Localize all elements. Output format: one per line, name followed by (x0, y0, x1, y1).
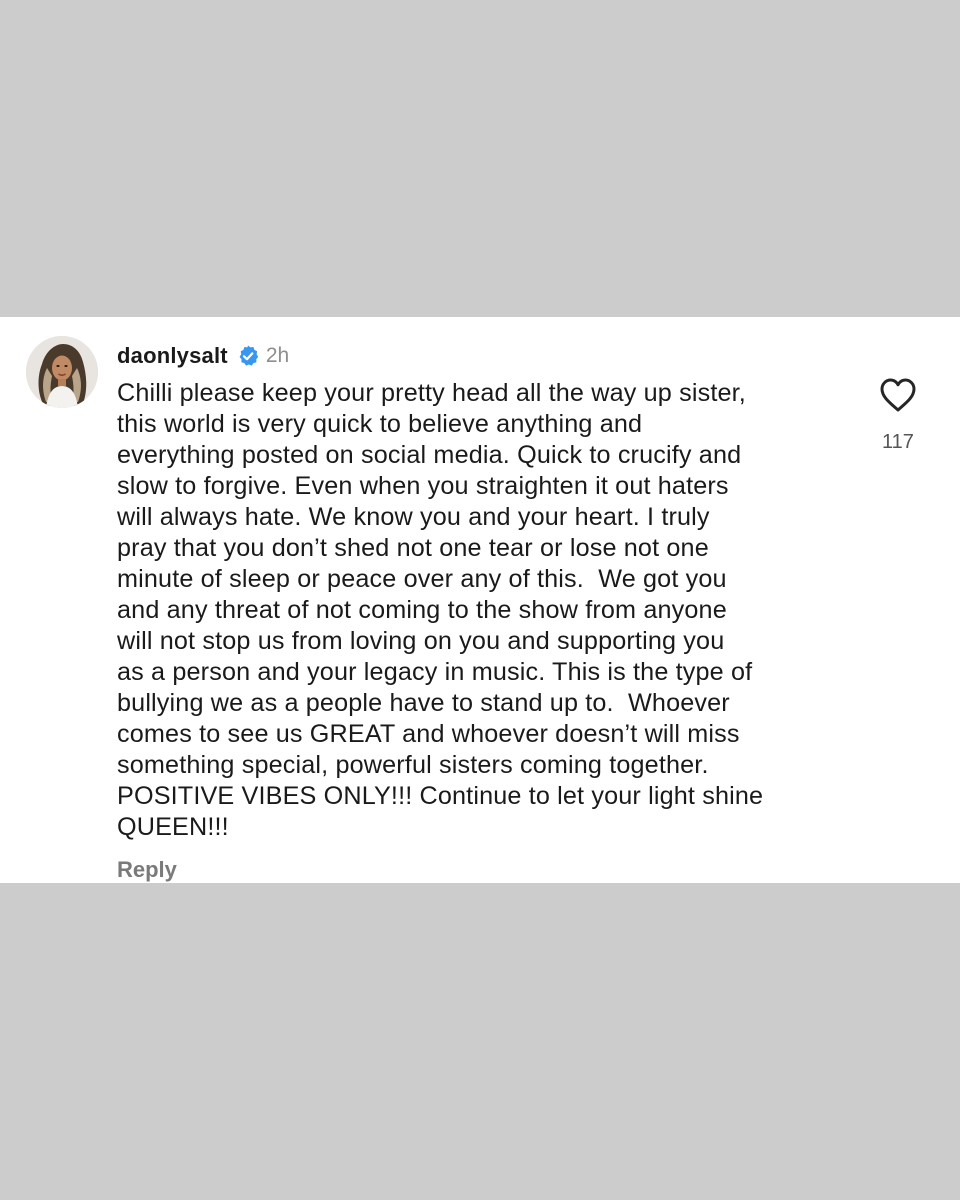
avatar[interactable] (26, 336, 98, 408)
comment-timestamp: 2h (265, 344, 290, 367)
username-link[interactable]: daonlysalt (117, 343, 228, 369)
comment-line: comes to see us GREAT and whoever doesn’… (117, 720, 740, 748)
comment-line: bullying we as a people have to stand up… (117, 689, 730, 717)
comment-line: will always hate. We know you and your h… (117, 503, 710, 531)
reply-button[interactable]: Reply (117, 857, 177, 883)
like-count: 117 (882, 431, 914, 453)
comment-card: daonlysalt 2h Chilli please keep your pr… (0, 317, 960, 883)
heart-outline-icon[interactable] (879, 377, 917, 413)
comment-line: and any threat of not coming to the show… (117, 596, 727, 624)
comment-line: this world is very quick to believe anyt… (117, 410, 643, 438)
avatar-image (26, 336, 98, 408)
comment-line: something special, powerful sisters comi… (117, 751, 709, 779)
comment-line: as a person and your legacy in music. Th… (117, 658, 753, 686)
comment-line: QUEEN!!! (117, 813, 229, 841)
like-control: 117 (872, 377, 924, 454)
comment-line: slow to forgive. Even when you straighte… (117, 472, 729, 500)
comment-line: everything posted on social media. Quick… (117, 441, 742, 469)
comment-line: will not stop us from loving on you and … (117, 627, 725, 655)
comment-line: POSITIVE VIBES ONLY!!! Continue to let y… (117, 782, 764, 810)
comment-line: pray that you don’t shed not one tear or… (117, 534, 709, 562)
verified-badge-icon (236, 344, 260, 368)
comment-header: daonlysalt 2h (117, 341, 289, 371)
comment-line: minute of sleep or peace over any of thi… (117, 565, 727, 593)
comment-text: Chilli please keep your pretty head all … (117, 378, 847, 843)
comment-line: Chilli please keep your pretty head all … (117, 379, 746, 407)
